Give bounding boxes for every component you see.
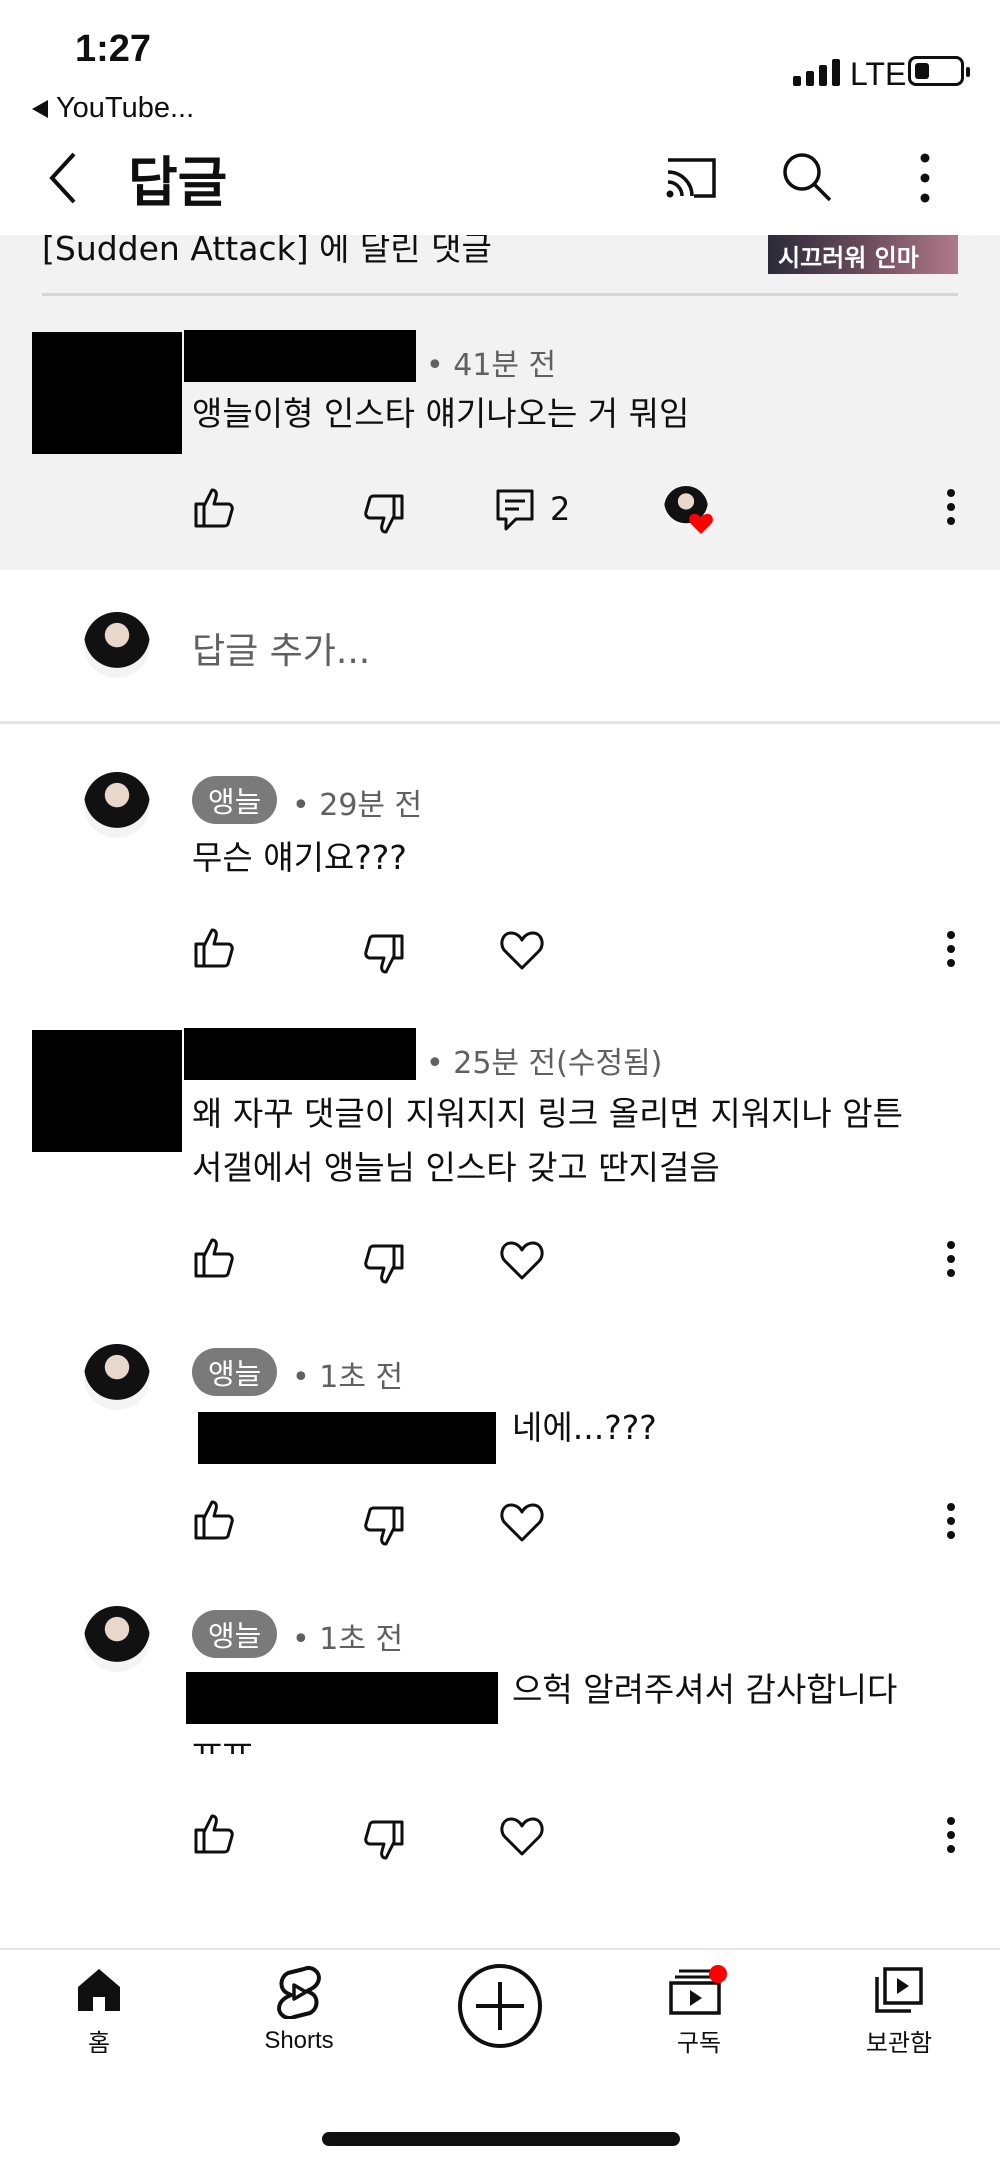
dislike-icon[interactable] (360, 1502, 408, 1550)
author-avatar[interactable] (84, 772, 150, 838)
comment-time: • 41분 전 (426, 348, 557, 383)
status-time: 1:27 (75, 28, 152, 70)
comment-text-line2: ㅠㅠ (192, 1730, 253, 1754)
author-avatar[interactable] (84, 1344, 150, 1410)
library-icon (875, 1967, 923, 2013)
redacted-mention (186, 1672, 498, 1724)
comment-text: 네에...??? (512, 1408, 657, 1447)
nav-shorts[interactable]: Shorts (229, 1965, 369, 2055)
home-indicator (322, 2132, 680, 2146)
divider (42, 293, 958, 296)
redacted-username (184, 1028, 416, 1080)
comment-text: 앵늘이형 인스타 얘기나오는 거 뭐임 (192, 394, 690, 433)
nav-subscriptions[interactable]: 구독 (629, 1965, 769, 2058)
dislike-icon[interactable] (360, 1816, 408, 1864)
comment-text-line1: 으헉 알려주셔서 감사합니다 (512, 1670, 898, 1709)
dislike-icon[interactable] (360, 490, 408, 538)
nav-home[interactable]: 홈 (29, 1965, 169, 2058)
page-title: 답글 (128, 151, 228, 214)
comment-time: • 25분 전(수정됨) (426, 1046, 663, 1081)
cast-icon[interactable] (660, 152, 720, 202)
redacted-avatar (32, 332, 182, 454)
heart-icon[interactable] (498, 926, 546, 974)
divider (0, 721, 1000, 724)
reply-count: 2 (550, 490, 571, 528)
more-vert-icon[interactable] (936, 1240, 966, 1280)
user-avatar (84, 612, 150, 678)
comment-text-line1: 왜 자꾸 댓글이 지워지지 링크 올리면 지워지나 암튼 (192, 1094, 903, 1133)
comment-time: • 1초 전 (292, 1360, 404, 1395)
shorts-icon (277, 1966, 321, 2019)
video-thumbnail[interactable]: 시끄러워 인마 (768, 230, 958, 274)
comment-time: • 1초 전 (292, 1622, 404, 1657)
comment-text: 무슨 얘기요??? (192, 838, 407, 877)
more-vert-icon[interactable] (936, 488, 966, 528)
nav-subscriptions-label: 구독 (676, 2030, 722, 2057)
creator-heart-icon (664, 486, 720, 542)
redacted-avatar (32, 1030, 182, 1152)
author-avatar[interactable] (84, 1606, 150, 1672)
reply-comment-icon[interactable] (492, 485, 540, 533)
nav-library-label: 보관함 (865, 2030, 933, 2057)
network-label: LTE (850, 56, 907, 92)
comment-time: • 29분 전 (292, 788, 423, 823)
dislike-icon[interactable] (360, 930, 408, 978)
search-icon[interactable] (778, 148, 834, 204)
like-icon[interactable] (190, 1496, 238, 1544)
heart-icon[interactable] (498, 1812, 546, 1860)
redacted-username (184, 330, 416, 382)
author-badge[interactable]: 앵늘 (192, 1348, 278, 1396)
heart-icon[interactable] (498, 1498, 546, 1546)
home-icon (78, 1969, 120, 2011)
more-vert-icon[interactable] (936, 930, 966, 970)
author-badge[interactable]: 앵늘 (192, 776, 278, 824)
like-icon[interactable] (190, 924, 238, 972)
back-triangle-icon (32, 99, 48, 118)
nav-shorts-label: Shorts (264, 2027, 334, 2054)
battery-icon (908, 56, 970, 86)
like-icon[interactable] (190, 1810, 238, 1858)
more-vert-icon[interactable] (936, 1502, 966, 1542)
like-icon[interactable] (190, 484, 238, 532)
comment-text-line2: 서갤에서 앵늘님 인스타 갖고 딴지걸음 (192, 1148, 720, 1187)
nav-home-label: 홈 (87, 2030, 111, 2057)
more-vert-icon[interactable] (910, 150, 940, 206)
like-icon[interactable] (190, 1234, 238, 1282)
signal-strength-icon (793, 58, 840, 86)
nav-library[interactable]: 보관함 (829, 1965, 969, 2058)
dislike-icon[interactable] (360, 1240, 408, 1288)
add-reply-input[interactable]: 답글 추가... (192, 622, 370, 674)
author-badge[interactable]: 앵늘 (192, 1610, 278, 1658)
more-vert-icon[interactable] (936, 1816, 966, 1856)
create-plus-icon[interactable] (456, 1962, 544, 2050)
back-arrow-icon[interactable] (40, 148, 100, 208)
redacted-mention (198, 1412, 496, 1464)
notification-dot (709, 1965, 727, 1983)
heart-icon[interactable] (498, 1236, 546, 1284)
